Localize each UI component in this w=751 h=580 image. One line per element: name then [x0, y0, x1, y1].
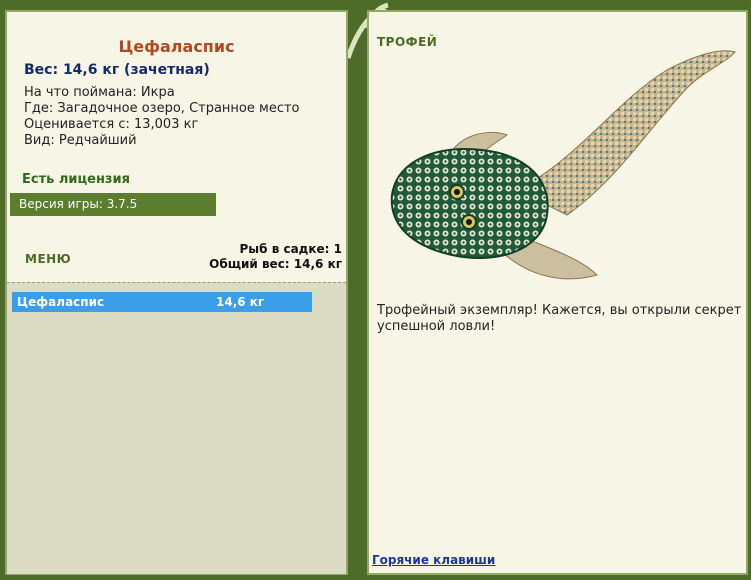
menu-button[interactable]: МЕНЮ	[25, 252, 71, 266]
list-item-name: Цефаласпис	[17, 295, 105, 309]
trophy-description: Трофейный экземпляр! Кажется, вы открыли…	[377, 303, 742, 334]
caught-on-text: На что поймана: Икра	[24, 85, 175, 100]
valued-from-text: Оценивается с: 13,003 кг	[24, 117, 199, 132]
kind-text: Вид: Редчайший	[24, 133, 137, 148]
hotkeys-link[interactable]: Горячие клавиши	[372, 553, 495, 567]
location-text: Где: Загадочное озеро, Странное место	[24, 101, 300, 116]
fish-weight: Вес: 14,6 кг (зачетная)	[24, 62, 210, 78]
fish-title: Цефаласпис	[118, 37, 235, 56]
trophy-panel: ТРОФЕЙ Трофейный экземпляр! Кажется, вы …	[367, 10, 748, 575]
license-status: Есть лицензия	[22, 172, 130, 187]
version-bar: Версия игры: 3.7.5	[10, 193, 216, 216]
list-item-weight: 14,6 кг	[216, 295, 265, 309]
keepnet-total-weight: Общий вес: 14,6 кг	[209, 257, 342, 271]
list-item[interactable]: Цефаласпис 14,6 кг	[12, 292, 312, 312]
cephalaspis-fish-image	[390, 50, 736, 280]
fish-info-panel: Цефаласпис Вес: 14,6 кг (зачетная) На чт…	[5, 10, 348, 575]
keepnet-list: Цефаласпис 14,6 кг	[7, 282, 346, 574]
keepnet-count: Рыб в садке: 1	[239, 242, 343, 256]
